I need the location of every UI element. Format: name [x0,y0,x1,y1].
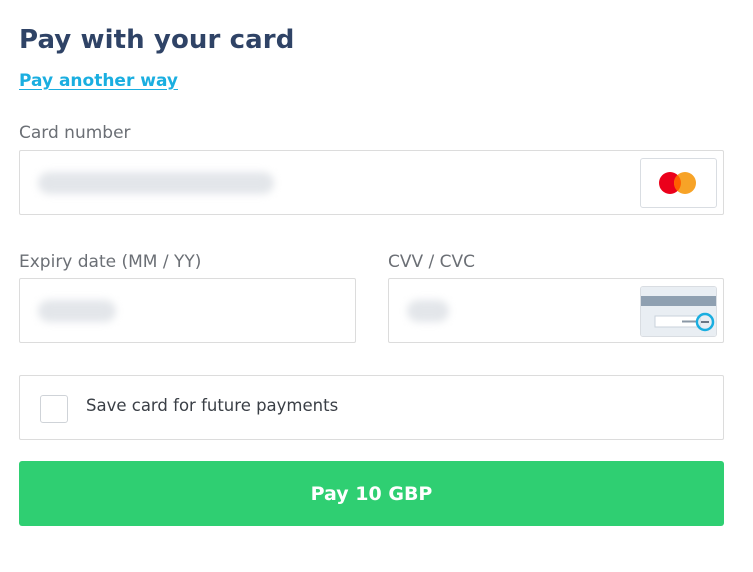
pay-button[interactable]: Pay 10 GBP [19,461,724,526]
cvv-value-blurred [407,300,449,322]
expiry-value-blurred [38,300,116,322]
cvv-field[interactable] [388,278,724,343]
pay-another-way-link[interactable]: Pay another way [19,71,178,91]
save-card-label: Save card for future payments [86,396,339,415]
expiry-date-label: Expiry date (MM / YY) [19,252,202,272]
cvv-hint-badge [640,286,717,337]
cvv-label: CVV / CVC [388,252,476,272]
card-number-value-blurred [38,172,274,194]
card-number-field[interactable] [19,150,724,215]
expiry-date-field[interactable] [19,278,356,343]
card-back-cvv-icon [641,287,716,336]
mastercard-icon [659,172,696,194]
save-card-row[interactable]: Save card for future payments [19,375,724,440]
save-card-checkbox[interactable] [40,395,68,423]
card-brand-badge [640,158,717,208]
page-title: Pay with your card [19,25,295,55]
card-number-label: Card number [19,123,131,143]
